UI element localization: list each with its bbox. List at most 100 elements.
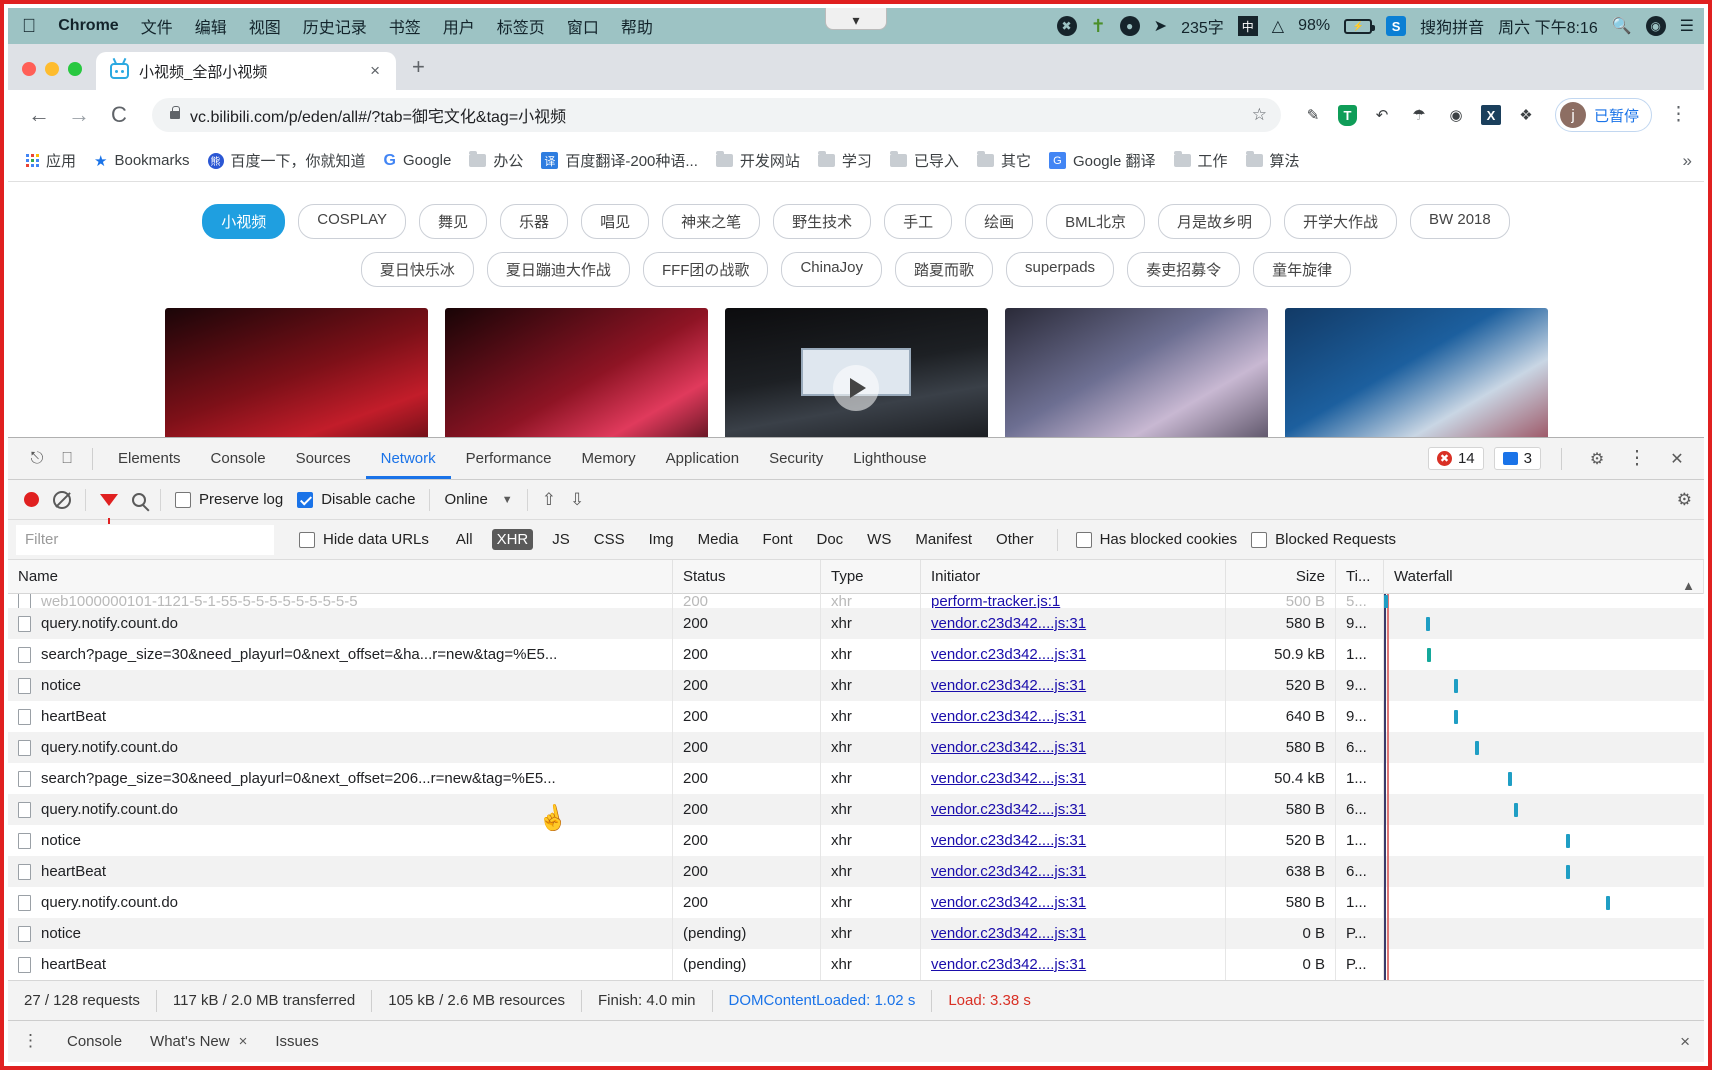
throttling-select-value[interactable]: Online xyxy=(444,491,487,508)
request-initiator-cell[interactable]: vendor.c23d342....js:31 xyxy=(921,639,1226,670)
checkbox[interactable] xyxy=(1075,531,1092,548)
bookmark-other[interactable]: 其它 xyxy=(976,150,1031,171)
hide-data-urls-checkbox[interactable]: Hide data URLs xyxy=(299,531,429,548)
tag-pill[interactable]: BW 2018 xyxy=(1410,204,1510,239)
bookmark-office[interactable]: 办公 xyxy=(469,150,523,171)
menu-item-file[interactable]: 文件 xyxy=(141,14,173,38)
initiator-link[interactable]: vendor.c23d342....js:31 xyxy=(931,832,1086,849)
table-row[interactable]: query.notify.count.do 200 xhr vendor.c23d34… xyxy=(8,608,1704,639)
location-icon[interactable]: ➤ xyxy=(1154,16,1167,36)
tag-pill[interactable]: 童年旋律 xyxy=(1253,252,1352,287)
menu-item-view[interactable]: 视图 xyxy=(249,14,281,38)
request-name-cell[interactable]: query.notify.count.do xyxy=(8,794,673,825)
initiator-link[interactable]: vendor.c23d342....js:31 xyxy=(931,646,1086,663)
tag-pill[interactable]: 月是故乡明 xyxy=(1157,204,1271,239)
device-toolbar-icon[interactable]: ⎕ xyxy=(52,445,82,473)
type-filter-all[interactable]: All xyxy=(451,529,478,550)
menu-app-name[interactable]: Chrome xyxy=(58,17,118,35)
table-row[interactable]: heartBeat 200 xhr vendor.c23d342....js:31 64… xyxy=(8,701,1704,732)
preserve-log-checkbox[interactable]: Preserve log xyxy=(175,491,283,508)
request-name-cell[interactable]: heartBeat xyxy=(8,701,673,732)
request-initiator-cell[interactable]: vendor.c23d342....js:31 xyxy=(921,887,1226,918)
siri-icon[interactable]: ◉ xyxy=(1645,16,1666,36)
column-header-status[interactable]: Status xyxy=(673,560,821,594)
close-icon[interactable]: × xyxy=(239,1033,248,1050)
chevron-down-icon[interactable]: ▼ xyxy=(502,494,513,506)
menu-item-bookmarks[interactable]: 书签 xyxy=(389,14,421,38)
table-row[interactable]: heartBeat (pending) xhr vendor.c23d342....j… xyxy=(8,949,1704,980)
control-center-icon[interactable]: ☰ xyxy=(1680,16,1694,36)
type-filter-manifest[interactable]: Manifest xyxy=(910,529,977,550)
filter-icon[interactable] xyxy=(100,493,118,524)
compass-icon[interactable]: ◉ xyxy=(1444,103,1468,127)
type-filter-img[interactable]: Img xyxy=(644,529,679,550)
bookmark-devsites[interactable]: 开发网站 xyxy=(715,150,800,171)
tag-pill[interactable]: FFF团の战歌 xyxy=(642,252,769,287)
close-window-button[interactable] xyxy=(22,62,36,76)
sort-asc-icon[interactable]: ▲ xyxy=(1682,569,1695,594)
table-row[interactable]: heartBeat 200 xhr vendor.c23d342....js:31 63… xyxy=(8,856,1704,887)
maximize-window-button[interactable] xyxy=(68,62,82,76)
checkbox[interactable] xyxy=(1251,531,1268,548)
column-header-type[interactable]: Type xyxy=(821,560,921,594)
tag-pill[interactable]: 手工 xyxy=(884,204,953,239)
play-button-icon[interactable] xyxy=(833,365,879,411)
request-initiator-cell[interactable]: vendor.c23d342....js:31 xyxy=(921,608,1226,639)
checkbox[interactable] xyxy=(175,491,191,508)
request-initiator-cell[interactable]: perform-tracker.js:1 xyxy=(921,594,1226,608)
reload-button[interactable]: C xyxy=(106,102,132,128)
initiator-link[interactable]: vendor.c23d342....js:31 xyxy=(931,677,1086,694)
bookmarks-overflow-icon[interactable]: » xyxy=(1683,151,1692,171)
table-body[interactable]: web1000000101-1121-5-1-55-5-5-5-5-5-5-5-… xyxy=(8,594,1704,980)
tab-elements[interactable]: Elements xyxy=(103,438,196,479)
request-name-cell[interactable]: notice xyxy=(8,825,673,856)
drawer-tab-whats-new[interactable]: What's New × xyxy=(136,1033,261,1050)
translate-en-icon[interactable]: ✎ xyxy=(1301,103,1325,127)
battery-icon[interactable]: ⚡ xyxy=(1344,18,1376,34)
filter-input[interactable]: Filter xyxy=(16,524,274,555)
column-header-name[interactable]: Name xyxy=(8,560,673,594)
tag-pill[interactable]: ChinaJoy xyxy=(781,252,882,287)
column-header-waterfall[interactable]: Waterfall ▲ xyxy=(1384,560,1704,594)
address-bar[interactable]: vc.bilibili.com/p/eden/all#/?tab=御宅文化&ta… xyxy=(152,98,1281,132)
tag-pill[interactable]: 绘画 xyxy=(965,204,1034,239)
request-name-cell[interactable]: query.notify.count.do xyxy=(8,608,673,639)
bookmark-google-translate[interactable]: G Google 翻译 xyxy=(1048,150,1156,171)
tag-pill[interactable]: 舞见 xyxy=(419,204,488,239)
x-icon[interactable]: X xyxy=(1480,105,1501,125)
type-filter-xhr[interactable]: XHR xyxy=(491,529,534,550)
bookmark-bookmarks[interactable]: ★ Bookmarks xyxy=(94,152,189,170)
request-initiator-cell[interactable]: vendor.c23d342....js:31 xyxy=(921,856,1226,887)
spotlight-search-icon[interactable]: 🔍 xyxy=(1612,16,1632,36)
initiator-link[interactable]: vendor.c23d342....js:31 xyxy=(931,925,1086,942)
checkbox[interactable] xyxy=(299,531,315,548)
tag-pill[interactable]: 神来之笔 xyxy=(662,204,761,239)
menu-item-window[interactable]: 窗口 xyxy=(567,14,599,38)
tab-security[interactable]: Security xyxy=(754,438,838,479)
sogou-icon[interactable]: S xyxy=(1386,16,1407,36)
blocked-requests-checkbox[interactable]: Blocked Requests xyxy=(1251,531,1396,548)
network-settings-gear-icon[interactable]: ⚙ xyxy=(1677,490,1692,510)
forward-button[interactable]: → xyxy=(66,102,92,128)
kebab-icon[interactable]: ⋮ xyxy=(22,1032,53,1050)
tag-pill[interactable]: 乐器 xyxy=(500,204,569,239)
search-icon[interactable] xyxy=(132,492,146,507)
error-count-badge[interactable]: ✖ 14 xyxy=(1427,447,1484,470)
tag-pill[interactable]: 唱见 xyxy=(581,204,650,239)
menu-item-edit[interactable]: 编辑 xyxy=(195,14,227,38)
request-name-cell[interactable]: notice xyxy=(8,918,673,949)
wifi-icon[interactable]: △ xyxy=(1272,16,1284,36)
tag-pill[interactable]: COSPLAY xyxy=(298,204,407,239)
back-button[interactable]: ← xyxy=(26,102,52,128)
balloon-icon[interactable]: ☂ xyxy=(1407,103,1431,127)
initiator-link[interactable]: perform-tracker.js:1 xyxy=(931,594,1060,608)
type-filter-css[interactable]: CSS xyxy=(589,529,630,550)
bookmark-work[interactable]: 工作 xyxy=(1173,150,1228,171)
menu-item-tab[interactable]: 标签页 xyxy=(497,14,545,38)
table-row[interactable]: web1000000101-1121-5-1-55-5-5-5-5-5-5-5-… xyxy=(8,594,1704,608)
ime-mode-icon[interactable]: 中 xyxy=(1237,16,1258,36)
request-initiator-cell[interactable]: vendor.c23d342....js:31 xyxy=(921,763,1226,794)
column-header-initiator[interactable]: Initiator xyxy=(921,560,1226,594)
request-name-cell[interactable]: heartBeat xyxy=(8,856,673,887)
bookmark-imported[interactable]: 已导入 xyxy=(889,150,959,171)
